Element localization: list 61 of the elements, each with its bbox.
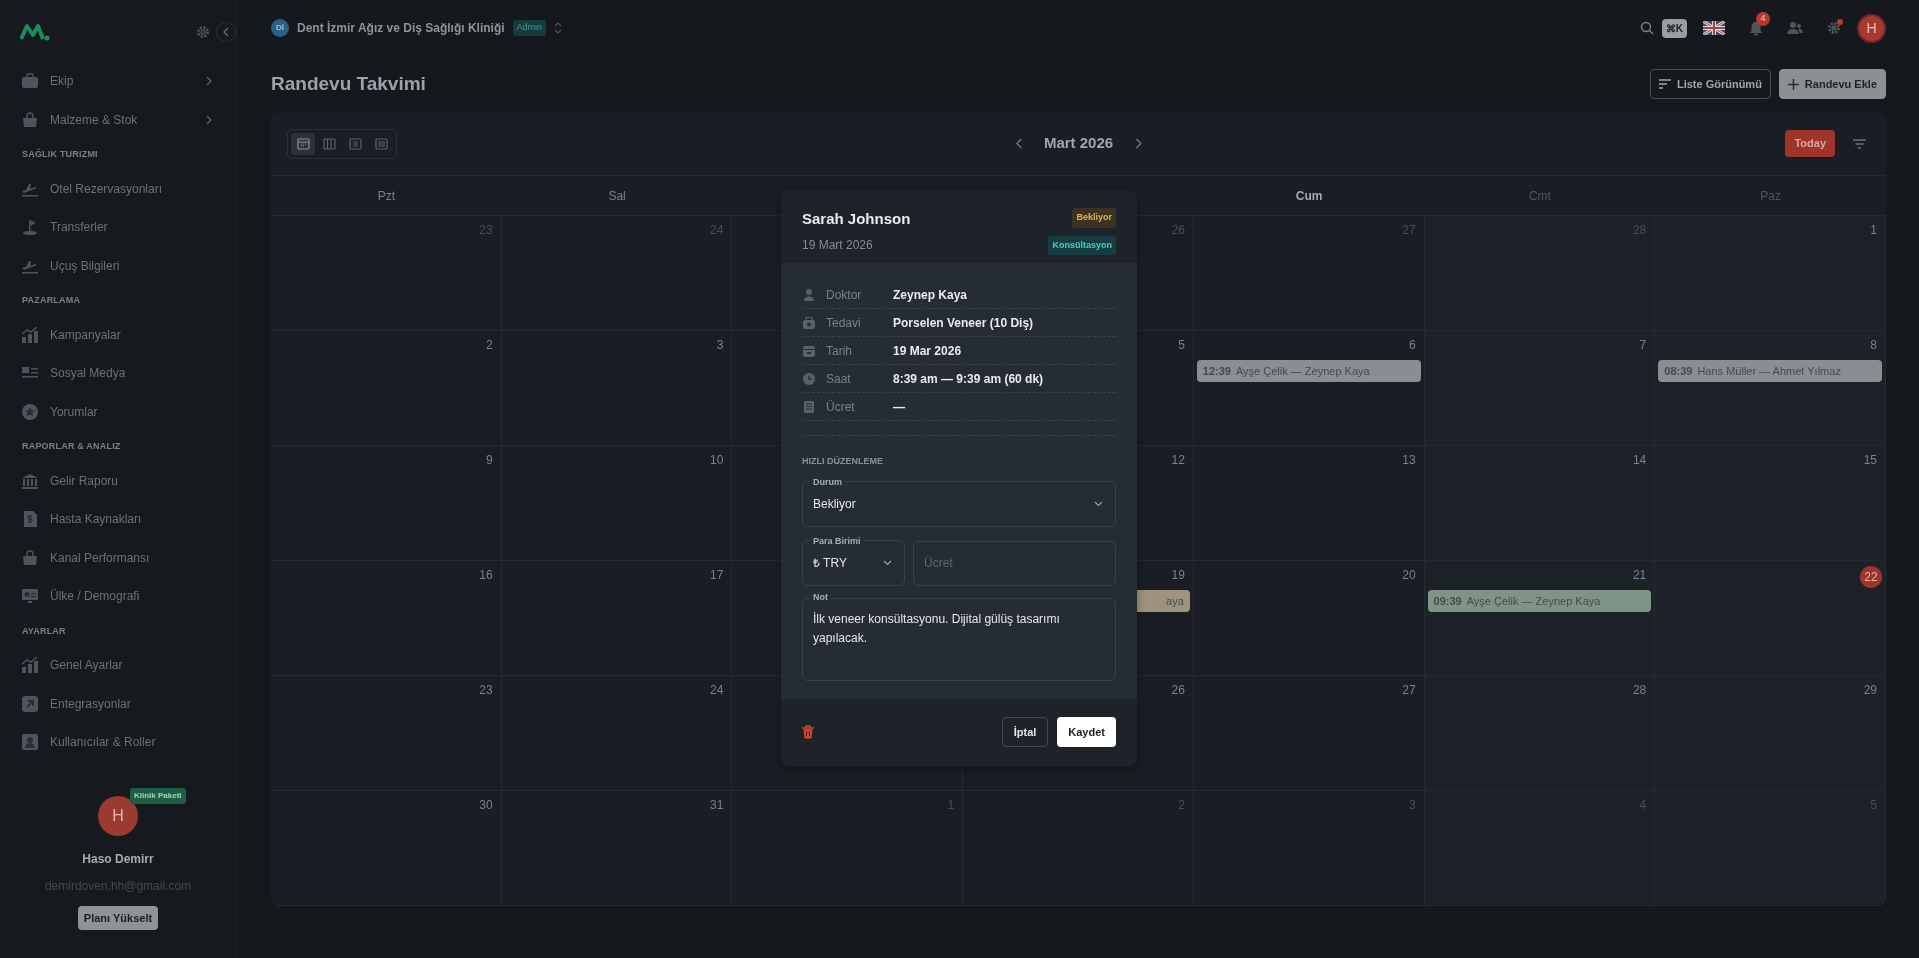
weekday-header: Pzt xyxy=(377,187,395,205)
section-heading: HIZLI DÜZENLEME xyxy=(802,455,884,468)
weekday-header: Paz xyxy=(1760,187,1781,205)
day-number: 3 xyxy=(716,337,725,354)
day-number: 19 xyxy=(1171,567,1186,584)
weekday-header: Sal xyxy=(608,187,626,205)
day-number: 14 xyxy=(1632,452,1648,469)
type-badge: Konsültasyon xyxy=(1048,235,1116,255)
detail-value: 8:39 am — 9:39 am (60 dk) xyxy=(893,370,1044,388)
day-number: 9 xyxy=(486,452,494,469)
day-number: 31 xyxy=(710,797,725,814)
day-number: 29 xyxy=(1863,682,1878,699)
day-number: 27 xyxy=(1402,682,1417,699)
plan-badge: Klinik Paketi xyxy=(130,787,186,804)
day-number: 6 xyxy=(1408,337,1417,354)
day-number: 26 xyxy=(1171,682,1186,699)
user-name: Haso Demirr xyxy=(82,850,154,868)
day-number: 12 xyxy=(1171,452,1186,469)
detail-value: 19 Mar 2026 xyxy=(893,342,962,360)
section-heading: RAPORLAR & ANALIZ xyxy=(21,440,122,453)
day-number: 16 xyxy=(479,567,494,584)
detail-value: — xyxy=(893,398,905,416)
day-number: 28 xyxy=(1632,682,1648,699)
field-label: Durum xyxy=(812,475,843,488)
shortcut-badge: ⌘K xyxy=(1661,18,1687,38)
status-badge: Bekliyor xyxy=(1072,208,1116,228)
day-number: 1 xyxy=(1870,222,1878,239)
detail-label: Ücret xyxy=(826,398,856,416)
clinic-avatar: Dİ xyxy=(271,19,289,37)
day-number: 17 xyxy=(710,567,725,584)
page-title: Randevu Takvimi xyxy=(271,72,426,96)
day-number: 23 xyxy=(479,682,494,699)
section-heading: SAĞLIK TURIZMI xyxy=(21,148,99,161)
day-number: 30 xyxy=(479,797,494,814)
appointment-date: 19 Mart 2026 xyxy=(802,236,874,254)
day-number: 15 xyxy=(1863,452,1878,469)
day-number: 22 xyxy=(1860,566,1882,588)
day-number: 8 xyxy=(1870,337,1878,354)
day-number: 21 xyxy=(1632,567,1648,584)
weekday-header: Cum xyxy=(1295,187,1323,205)
month-label: Mart 2026 xyxy=(1043,133,1114,154)
day-number: 13 xyxy=(1402,452,1417,469)
field-label: Para Birimi xyxy=(812,534,862,547)
role-badge: Admin xyxy=(512,20,547,36)
day-number: 20 xyxy=(1402,567,1417,584)
patient-name: Sarah Johnson xyxy=(802,209,911,229)
notification-count: 4 xyxy=(1756,11,1770,26)
day-number: 7 xyxy=(1639,337,1648,354)
section-heading: AYARLAR xyxy=(21,624,67,638)
day-number: 5 xyxy=(1178,337,1186,354)
detail-value: Porselen Veneer (10 Diş) xyxy=(893,314,1034,332)
detail-label: Saat xyxy=(826,370,852,388)
day-number: 10 xyxy=(710,452,725,469)
detail-label: Tedavi xyxy=(826,314,862,332)
day-number: 24 xyxy=(710,682,725,699)
detail-label: Doktor xyxy=(826,286,863,304)
section-heading: PAZARLAMA xyxy=(21,294,82,307)
weekday-header: Cmt xyxy=(1528,187,1551,205)
detail-value: Zeynep Kaya xyxy=(893,286,968,304)
day-number: 2 xyxy=(486,337,494,354)
detail-label: Tarih xyxy=(826,342,853,360)
